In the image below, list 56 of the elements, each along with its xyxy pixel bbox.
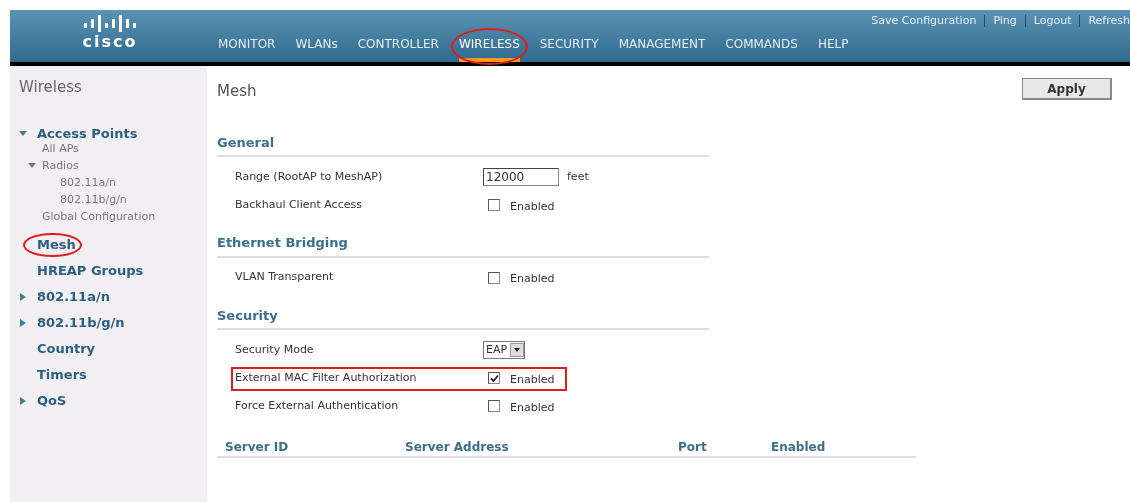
dropdown[interactable]: EAP bbox=[483, 341, 526, 359]
field-label: Range (RootAP to MeshAP) bbox=[235, 168, 384, 185]
section-heading: Ethernet Bridging bbox=[217, 233, 709, 258]
expand-down-icon[interactable] bbox=[19, 129, 27, 138]
sidebar-item[interactable]: Mesh bbox=[37, 236, 76, 252]
sidebar-item[interactable]: 802.11b/g/n bbox=[37, 312, 125, 333]
sidebar-item[interactable]: 802.11a/n bbox=[37, 286, 110, 307]
nav-tab[interactable]: MANAGEMENT bbox=[618, 35, 706, 62]
checked-checkbox[interactable] bbox=[488, 372, 500, 384]
sidebar-title: Wireless bbox=[19, 77, 83, 98]
column-header: Enabled bbox=[771, 440, 826, 454]
column-header: Server ID bbox=[225, 440, 289, 454]
option-label: Enabled bbox=[510, 198, 555, 215]
expand-right-icon[interactable] bbox=[19, 396, 27, 405]
sidebar-item[interactable]: QoS bbox=[37, 390, 67, 411]
option-label: Enabled bbox=[510, 271, 555, 288]
expand-right-icon[interactable] bbox=[19, 292, 27, 301]
checkbox[interactable] bbox=[488, 400, 500, 412]
header-link[interactable]: Refresh bbox=[1088, 12, 1130, 30]
section-heading: General bbox=[217, 132, 709, 157]
logo-text: cisco bbox=[82, 32, 138, 52]
nav-tab[interactable]: CONTROLLER bbox=[357, 35, 439, 62]
section-heading: Security bbox=[217, 305, 709, 330]
sidebar-subitem[interactable]: Radios bbox=[42, 157, 79, 175]
expand-down-icon[interactable] bbox=[28, 162, 36, 170]
sidebar-subitem[interactable]: 802.11b/g/n bbox=[60, 191, 127, 209]
nav-tab[interactable]: COMMANDS bbox=[725, 35, 798, 62]
nav-tab[interactable]: HELP bbox=[817, 35, 849, 62]
option-label: Enabled bbox=[510, 371, 555, 388]
header-link[interactable]: Logout bbox=[1033, 12, 1072, 30]
field-label: Force External Authentication bbox=[235, 397, 400, 414]
field-label: VLAN Transparent bbox=[235, 269, 335, 286]
sidebar-item[interactable]: Timers bbox=[37, 364, 87, 385]
field-label: Backhaul Client Access bbox=[235, 196, 363, 213]
option-label: Enabled bbox=[510, 399, 555, 416]
column-header: Port bbox=[678, 440, 707, 454]
sidebar-item[interactable]: Country bbox=[37, 338, 96, 359]
expand-right-icon[interactable] bbox=[19, 318, 27, 327]
nav-tab[interactable]: WLANs bbox=[295, 35, 338, 62]
checkbox[interactable] bbox=[488, 199, 500, 211]
apply-button[interactable]: Apply bbox=[1022, 78, 1112, 100]
sidebar-item[interactable]: HREAP Groups bbox=[37, 260, 144, 281]
checkbox[interactable] bbox=[488, 271, 500, 284]
field-label: Security Mode bbox=[235, 341, 315, 358]
header-link[interactable]: Ping bbox=[993, 12, 1017, 30]
sidebar-subitem[interactable]: Global Configuration bbox=[42, 208, 156, 226]
page-title: Mesh bbox=[217, 81, 257, 102]
nav-tab[interactable]: MONITOR bbox=[218, 35, 276, 62]
column-header: Server Address bbox=[405, 440, 509, 454]
input-field[interactable]: 12000 bbox=[483, 168, 559, 186]
unit-label: feet bbox=[567, 168, 589, 185]
nav-tab[interactable]: SECURITY bbox=[539, 35, 599, 62]
field-label: External MAC Filter Authorization bbox=[235, 369, 418, 386]
cisco-bars-icon bbox=[84, 15, 136, 32]
sidebar-subitem[interactable]: 802.11a/n bbox=[60, 174, 116, 192]
header-link[interactable]: Save Configuration bbox=[871, 12, 977, 30]
